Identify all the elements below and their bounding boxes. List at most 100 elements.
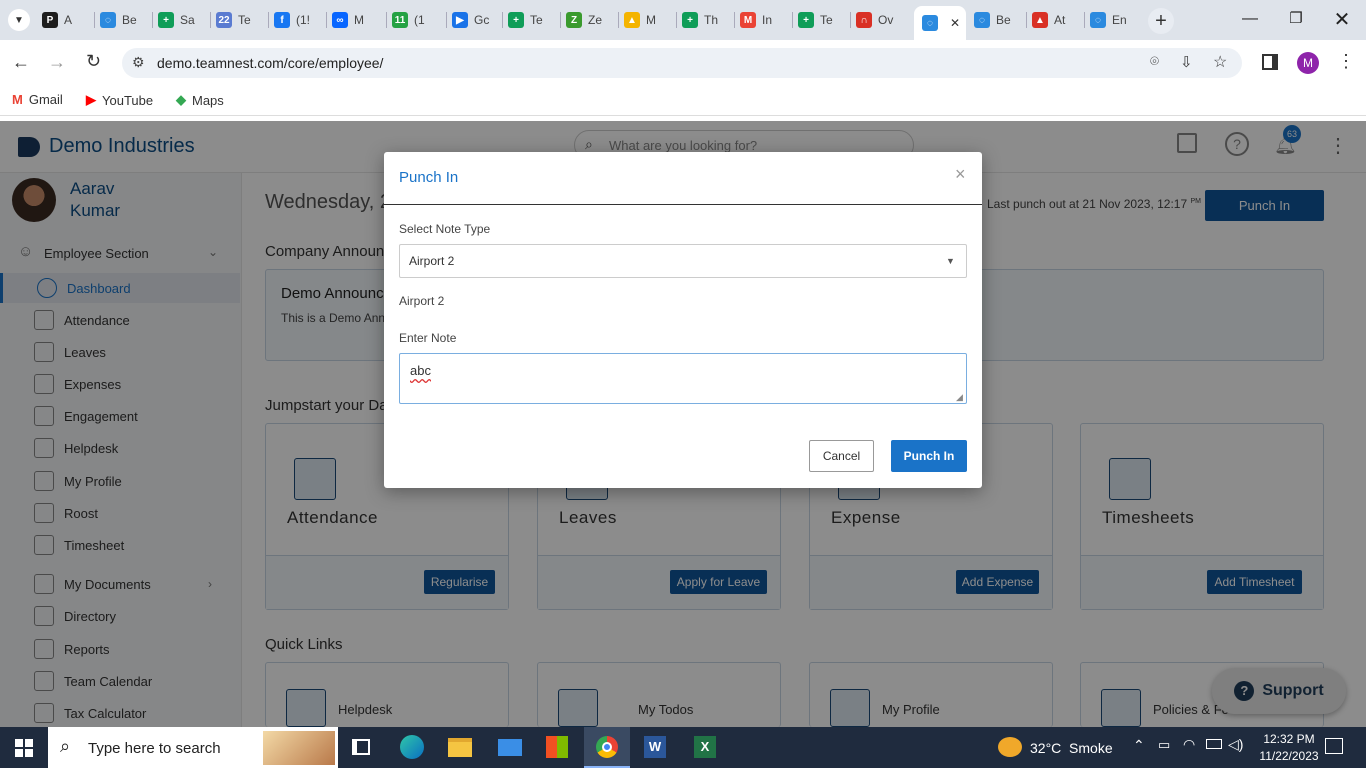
resize-handle-icon[interactable]: ◢ — [956, 392, 963, 403]
url-text[interactable]: demo.teamnest.com/core/employee/ — [157, 55, 383, 71]
volume-icon[interactable]: ◁) — [1228, 736, 1243, 753]
browser-tab[interactable]: ◌ En — [1090, 8, 1138, 32]
browser-tab[interactable]: + Te — [798, 8, 846, 32]
browser-tab[interactable]: ∞ M — [332, 8, 380, 32]
tab-title: (1! — [296, 13, 311, 27]
tab-separator — [560, 12, 561, 28]
tab-favicon-icon: ◌ — [1090, 12, 1106, 28]
tab-title: A — [64, 13, 73, 27]
bookmark-2[interactable]: ◆ Maps — [176, 92, 224, 108]
caret-down-icon: ▼ — [946, 256, 955, 266]
tab-search-button[interactable]: ▼ — [8, 9, 30, 31]
note-type-selected: Airport 2 — [409, 254, 455, 268]
weather-icon[interactable] — [998, 737, 1022, 757]
wifi-icon[interactable]: ◠ — [1183, 736, 1195, 753]
browser-tab[interactable]: + Th — [682, 8, 730, 32]
browser-tab[interactable]: ∩ Ov — [856, 8, 904, 32]
tab-separator — [676, 12, 677, 28]
bookmark-icon: M — [12, 92, 23, 107]
tab-title: Be — [122, 13, 137, 27]
back-button[interactable]: ← — [12, 52, 30, 73]
tab-title: In — [762, 13, 773, 27]
bookmark-1[interactable]: ▶ YouTube — [86, 92, 153, 108]
clock-time[interactable]: 12:32 PM — [1257, 732, 1321, 746]
browser-tab[interactable]: f (1! — [274, 8, 322, 32]
tab-title: Te — [238, 13, 251, 27]
browser-tab[interactable]: ◌ Be — [974, 8, 1022, 32]
meet-icon[interactable]: ▭ — [1158, 737, 1170, 753]
search-highlight-image — [263, 731, 335, 765]
omnibox[interactable]: ⚙ demo.teamnest.com/core/employee/ ⌾ ⇩ ☆ — [122, 48, 1242, 78]
tab-separator — [94, 12, 95, 28]
tab-separator — [850, 12, 851, 28]
mail-icon[interactable] — [498, 739, 522, 756]
tab-separator — [446, 12, 447, 28]
note-type-select[interactable]: Airport 2 ▼ — [399, 244, 967, 278]
close-tab-icon[interactable]: ✕ — [950, 16, 960, 30]
edge-icon[interactable] — [400, 735, 424, 759]
bookmark-0[interactable]: M Gmail — [12, 92, 63, 107]
word-icon[interactable]: W — [644, 736, 666, 758]
forward-button[interactable]: → — [48, 52, 66, 73]
browser-menu-button[interactable]: ⋮ — [1337, 51, 1355, 72]
tab-separator — [1026, 12, 1027, 28]
reload-button[interactable]: ↻ — [86, 51, 101, 72]
browser-tab[interactable]: + Sa — [158, 8, 206, 32]
punch-in-submit-button[interactable]: Punch In — [891, 440, 967, 472]
browser-tab[interactable]: + Te — [508, 8, 556, 32]
bookmark-star-icon[interactable]: ☆ — [1213, 52, 1227, 72]
note-type-echo: Airport 2 — [399, 294, 445, 308]
store-icon[interactable] — [546, 736, 568, 758]
tab-title: Ze — [588, 13, 603, 27]
tab-favicon-icon: ∞ — [332, 12, 348, 28]
windows-start-icon[interactable] — [15, 739, 33, 757]
side-panel-icon[interactable] — [1262, 54, 1278, 70]
file-explorer-icon[interactable] — [448, 738, 472, 757]
task-view-icon[interactable] — [352, 739, 370, 755]
notification-center-icon[interactable] — [1325, 738, 1343, 754]
tab-separator — [792, 12, 793, 28]
browser-tab[interactable]: ▲ M — [624, 8, 672, 32]
restore-button[interactable]: ❐ — [1284, 9, 1308, 29]
browser-tab[interactable]: PA — [42, 8, 90, 32]
browser-tab-active[interactable]: ◌ ✕ — [914, 6, 966, 40]
browser-tab[interactable]: ◌ Be — [100, 8, 148, 32]
tab-separator — [152, 12, 153, 28]
tray-chevron-icon[interactable]: ⌃ — [1133, 737, 1145, 754]
tab-favicon-icon: ∩ — [856, 12, 872, 28]
modal-close-button[interactable]: × — [955, 164, 966, 185]
clock-date[interactable]: 11/22/2023 — [1254, 749, 1324, 763]
battery-icon[interactable] — [1206, 739, 1222, 749]
close-window-button[interactable]: ✕ — [1330, 7, 1354, 31]
install-app-icon[interactable]: ⇩ — [1180, 53, 1193, 71]
browser-tab[interactable]: Z Ze — [566, 8, 614, 32]
weather-text[interactable]: 32°C Smoke — [1030, 740, 1113, 756]
note-text[interactable]: abc — [410, 363, 431, 378]
location-icon[interactable]: ⌾ — [1150, 53, 1159, 70]
browser-tab[interactable]: M In — [740, 8, 788, 32]
cancel-button[interactable]: Cancel — [809, 440, 874, 472]
note-textarea[interactable]: abc ◢ — [399, 353, 967, 404]
tab-favicon-icon: + — [682, 12, 698, 28]
tab-separator — [210, 12, 211, 28]
avatar[interactable]: M — [1297, 52, 1319, 74]
search-icon: ⌕ — [60, 736, 71, 756]
minimize-button[interactable]: — — [1238, 10, 1262, 30]
excel-icon[interactable]: X — [694, 736, 716, 758]
browser-tab[interactable]: 22 Te — [216, 8, 264, 32]
taskbar-search-input[interactable]: Type here to search — [88, 740, 221, 757]
taskbar-search[interactable]: ⌕ Type here to search — [48, 727, 338, 768]
bookmark-label: YouTube — [102, 92, 154, 108]
tab-title: Gc — [474, 13, 490, 27]
browser-tab[interactable]: 11 (1 — [392, 8, 440, 32]
tab-separator — [268, 12, 269, 28]
tab-title: Te — [820, 13, 833, 27]
tab-favicon-icon: 22 — [216, 12, 232, 28]
browser-tab[interactable]: ▶ Gc — [452, 8, 500, 32]
chrome-icon[interactable] — [584, 727, 630, 768]
new-tab-button[interactable]: + — [1148, 8, 1174, 34]
tab-title: Th — [704, 13, 719, 27]
tab-favicon-icon: ▲ — [1032, 12, 1048, 28]
site-info-icon[interactable]: ⚙ — [132, 54, 145, 71]
browser-tab[interactable]: ▲ At — [1032, 8, 1080, 32]
